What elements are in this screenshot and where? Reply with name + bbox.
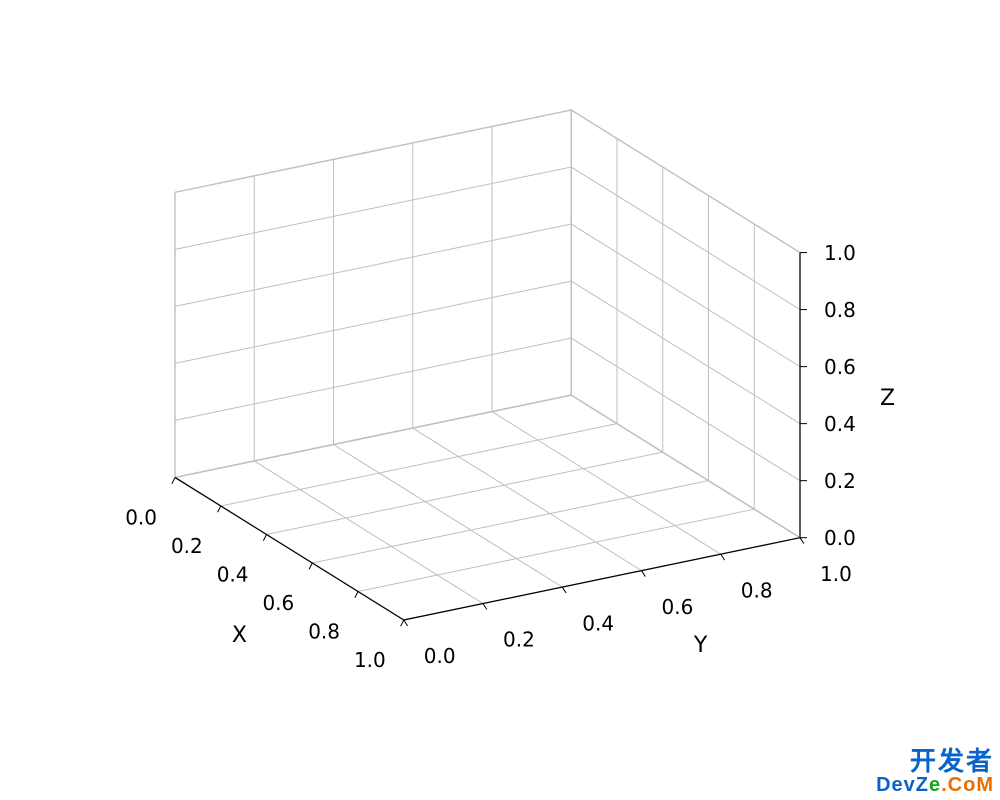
x-tick-label: 0.4: [217, 563, 249, 587]
y-tick-label: 0.6: [662, 595, 694, 619]
x-tick-label: 0.2: [171, 534, 203, 558]
x-axis-label: X: [232, 623, 247, 648]
x-tick-label: 0.6: [262, 591, 294, 615]
z-tick-label: 1.0: [824, 241, 856, 265]
z-tick-label: 0.0: [824, 526, 856, 550]
z-tick-label: 0.4: [824, 412, 856, 436]
y-tick-label: 0.8: [741, 578, 773, 602]
z-tick-label: 0.6: [824, 355, 856, 379]
y-tick-label: 0.4: [582, 611, 614, 635]
y-tick-label: 0.0: [424, 644, 456, 668]
x-tick-label: 0.8: [308, 620, 340, 644]
y-tick-label: 0.2: [503, 628, 535, 652]
y-tick-label: 1.0: [820, 562, 852, 586]
x-tick-label: 0.0: [125, 506, 157, 530]
plot-3d-axes: 0.0 0.2 0.4 0.6 0.8 1.0 0.0 0.2 0.4 0.6 0.8 1.0 0.0 0…: [0, 0, 1000, 800]
z-tick-label: 0.2: [824, 469, 856, 493]
z-axis-label: Z: [880, 386, 895, 411]
chart-container: 0.0 0.2 0.4 0.6 0.8 1.0 0.0 0.2 0.4 0.6 0.8 1.0 0.0 0…: [0, 0, 1000, 800]
x-tick-label: 1.0: [354, 648, 386, 672]
y-axis-label: Y: [693, 633, 708, 658]
z-tick-label: 0.8: [824, 298, 856, 322]
